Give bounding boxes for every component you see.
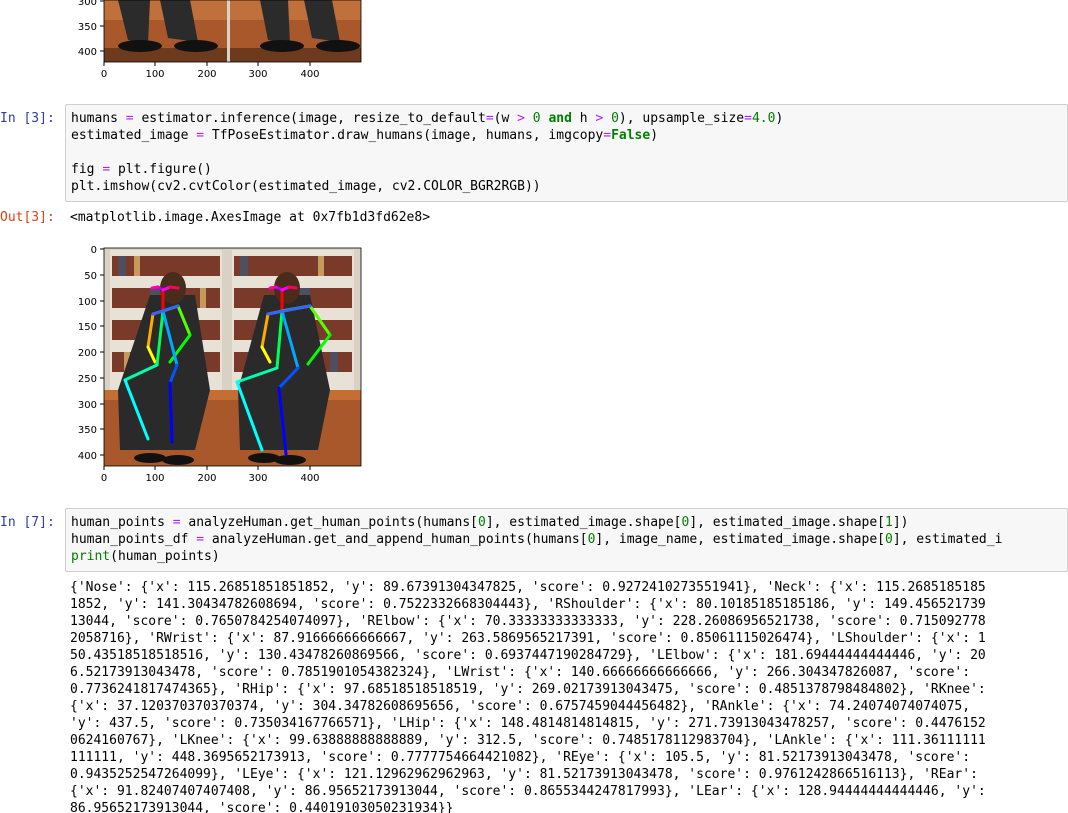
code-line: estimated_image = TfPoseEstimator.draw_h… <box>71 128 659 143</box>
svg-text:400: 400 <box>300 69 319 80</box>
top-figure-xtick-300: 300 <box>248 62 268 80</box>
output-line: {'Nose': {'x': 115.26851851851852, 'y': … <box>70 580 986 595</box>
top-figure-xtick-400: 400 <box>300 62 320 80</box>
output-line: 50.43518518518516, 'y': 130.434782608695… <box>70 648 986 663</box>
output-line: {'x': 91.82407407407408, 'y': 86.9565217… <box>70 784 986 799</box>
svg-text:400: 400 <box>300 473 319 484</box>
ytick-400: 400 <box>78 451 104 462</box>
top-figure: 300 350 400 0 100 200 300 400 <box>78 0 362 80</box>
output-line: {'x': 37.120370370370374, 'y': 304.34782… <box>70 699 971 714</box>
figure-yticks: 0 50 100 150 200 250 300 350 400 <box>78 245 104 462</box>
svg-text:300: 300 <box>248 69 267 80</box>
ytick-200: 200 <box>78 348 104 359</box>
ytick-300: 300 <box>78 400 104 411</box>
svg-text:50: 50 <box>84 271 97 282</box>
code-line: print(human_points) <box>71 549 220 564</box>
code-line: human_points_df = analyzeHuman.get_and_a… <box>71 532 1003 547</box>
svg-text:350: 350 <box>78 22 97 33</box>
svg-text:300: 300 <box>78 400 97 411</box>
top-figure-ytick-400: 400 <box>78 47 104 58</box>
svg-text:200: 200 <box>78 348 97 359</box>
xtick-200: 200 <box>197 466 217 484</box>
top-figure-ytick-300: 300 <box>78 0 104 8</box>
output-line: 'y': 437.5, 'score': 0.735034167766571},… <box>70 716 986 731</box>
output-line: 2058716}, 'RWrist': {'x': 87.91666666666… <box>70 631 986 646</box>
svg-text:250: 250 <box>78 374 97 385</box>
ytick-100: 100 <box>78 297 104 308</box>
xtick-300: 300 <box>248 466 268 484</box>
svg-text:100: 100 <box>145 69 164 80</box>
output-line: 111111, 'y': 448.3695652173913, 'score':… <box>70 750 971 765</box>
svg-text:300: 300 <box>78 0 97 8</box>
svg-text:0: 0 <box>91 245 97 256</box>
svg-text:100: 100 <box>145 473 164 484</box>
top-figure-xtick-100: 100 <box>145 62 165 80</box>
cell7-code: human_points = analyzeHuman.get_human_po… <box>71 514 1002 565</box>
output-line: 1852, 'y': 141.30434782608694, 'score': … <box>70 597 986 612</box>
code-line: human_points = analyzeHuman.get_human_po… <box>71 515 909 530</box>
svg-text:0: 0 <box>101 473 107 484</box>
svg-text:200: 200 <box>197 69 216 80</box>
cell7-code-input[interactable]: human_points = analyzeHuman.get_human_po… <box>65 508 1068 572</box>
svg-text:0: 0 <box>101 69 107 80</box>
top-figure-xtick-200: 200 <box>197 62 217 80</box>
output-line: 6.52173913043478, 'score': 0.78519010543… <box>70 665 971 680</box>
code-line: humans = estimator.inference(image, resi… <box>71 111 784 126</box>
top-figure-xtick-0: 0 <box>101 62 107 80</box>
main-figure: 0 50 100 150 200 250 300 350 400 0 100 2… <box>78 245 362 484</box>
ytick-150: 150 <box>78 322 104 333</box>
svg-text:300: 300 <box>248 473 267 484</box>
svg-text:200: 200 <box>197 473 216 484</box>
top-figure-ytick-350: 350 <box>78 22 104 33</box>
svg-text:150: 150 <box>78 322 97 333</box>
xtick-100: 100 <box>145 466 165 484</box>
output-line: 13044, 'score': 0.7650784254074097}, 'RE… <box>70 614 986 629</box>
ytick-0: 0 <box>91 245 104 256</box>
figure-photo <box>104 248 361 466</box>
output-line: 86.95652173913044, 'score': 0.4401910305… <box>70 801 454 813</box>
cell7-output-area: {'Nose': {'x': 115.26851851851852, 'y': … <box>70 579 1068 813</box>
svg-text:400: 400 <box>78 47 97 58</box>
top-figure-photo <box>104 0 361 62</box>
code-line: plt.imshow(cv2.cvtColor(estimated_image,… <box>71 179 541 194</box>
cell3-output-prompt: Out[3]: <box>0 210 55 225</box>
output-line: 0.7736241817474365}, 'RHip': {'x': 97.68… <box>70 682 986 697</box>
code-line: fig = plt.figure() <box>71 162 212 177</box>
svg-text:100: 100 <box>78 297 97 308</box>
figure-xticks: 0 100 200 300 400 <box>101 466 320 484</box>
output-line: 0.9435252547264099}, 'LEye': {'x': 121.1… <box>70 767 978 782</box>
svg-text:400: 400 <box>78 451 97 462</box>
cell3-code-input[interactable]: humans = estimator.inference(image, resi… <box>65 104 1068 202</box>
cell3-input-prompt: In [3]: <box>0 111 55 126</box>
cell3-output-text: <matplotlib.image.AxesImage at 0x7fb1d3f… <box>70 210 431 225</box>
ytick-250: 250 <box>78 374 104 385</box>
xtick-400: 400 <box>300 466 320 484</box>
svg-text:350: 350 <box>78 425 97 436</box>
output-line: 0624160767}, 'LKnee': {'x': 99.638888888… <box>70 733 986 748</box>
ytick-50: 50 <box>84 271 104 282</box>
xtick-0: 0 <box>101 466 107 484</box>
ytick-350: 350 <box>78 425 104 436</box>
cell3-code: humans = estimator.inference(image, resi… <box>71 110 783 195</box>
cell7-input-prompt: In [7]: <box>0 515 55 530</box>
